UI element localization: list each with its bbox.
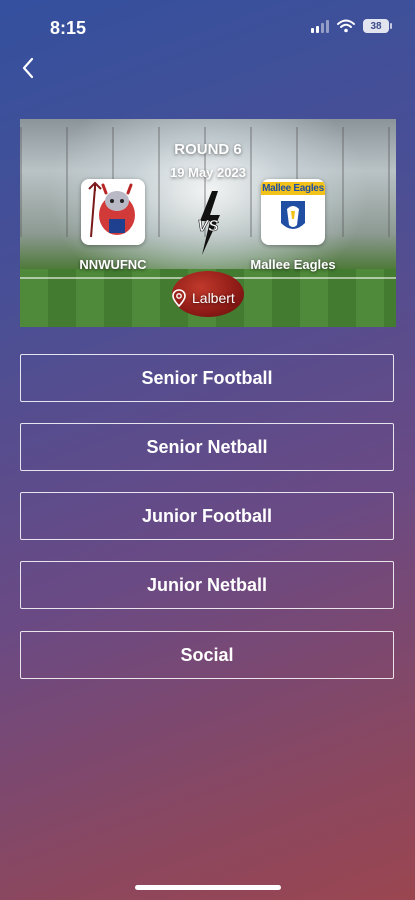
svg-text:VS: VS bbox=[197, 218, 219, 235]
status-bar: 8:15 38 bbox=[0, 0, 415, 54]
chevron-left-icon bbox=[22, 57, 34, 79]
away-team-logo: Mallee Eagles bbox=[261, 179, 325, 245]
junior-netball-label: Junior Netball bbox=[146, 574, 267, 595]
location-pin-icon bbox=[172, 289, 186, 307]
battery-level: 38 bbox=[370, 20, 382, 32]
venue: Lalbert bbox=[172, 289, 235, 307]
wifi-icon bbox=[337, 19, 355, 33]
social-label: Social bbox=[180, 644, 234, 665]
senior-football-button[interactable]: Senior Football bbox=[20, 354, 394, 402]
junior-football-label: Junior Football bbox=[142, 505, 272, 526]
senior-netball-button[interactable]: Senior Netball bbox=[20, 423, 394, 471]
status-time: 8:15 bbox=[50, 18, 87, 38]
senior-netball-label: Senior Netball bbox=[146, 436, 268, 457]
home-team-logo bbox=[81, 179, 145, 245]
versus-icon: VS bbox=[180, 191, 236, 255]
match-card[interactable]: ROUND 6 19 May 2023 VS Mallee Eagles NNW… bbox=[20, 119, 396, 327]
match-date: 19 May 2023 bbox=[170, 165, 246, 180]
social-button[interactable]: Social bbox=[20, 631, 394, 679]
home-team-name: NNWUFNC bbox=[79, 257, 147, 272]
cellular-signal-icon bbox=[311, 19, 329, 33]
away-team-name: Mallee Eagles bbox=[250, 257, 336, 272]
back-button[interactable] bbox=[14, 54, 42, 82]
battery-icon: 38 bbox=[363, 19, 392, 33]
junior-netball-button[interactable]: Junior Netball bbox=[20, 561, 394, 609]
round-label: ROUND 6 bbox=[174, 141, 242, 158]
venue-label: Lalbert bbox=[192, 290, 235, 306]
junior-football-button[interactable]: Junior Football bbox=[20, 492, 394, 540]
home-indicator[interactable] bbox=[135, 885, 281, 890]
status-icons: 38 bbox=[311, 19, 392, 33]
senior-football-label: Senior Football bbox=[141, 367, 273, 388]
